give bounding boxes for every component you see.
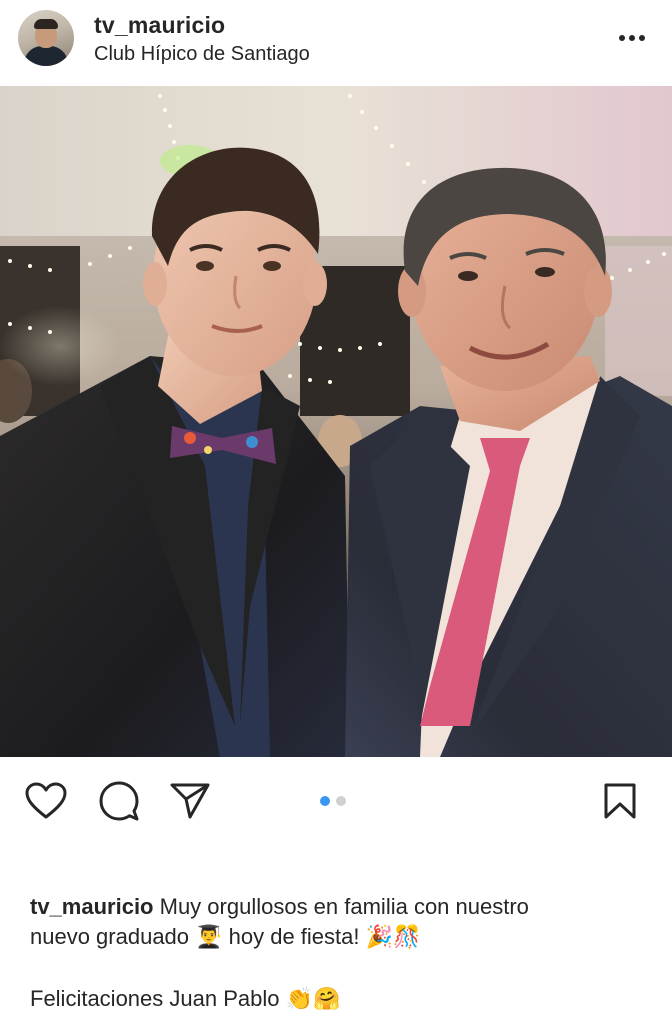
post-actions xyxy=(0,757,672,847)
bookmark-icon xyxy=(604,783,636,819)
save-button[interactable] xyxy=(598,779,642,823)
post-location[interactable]: Club Hípico de Santiago xyxy=(94,43,310,66)
like-button[interactable] xyxy=(24,779,68,823)
avatar-hair-shape xyxy=(34,19,58,29)
caption-username[interactable]: tv_mauricio xyxy=(30,894,154,919)
avatar[interactable] xyxy=(18,10,74,66)
caption-second-paragraph: Felicitaciones Juan Pablo 👏🤗 xyxy=(30,984,650,1014)
post-username[interactable]: tv_mauricio xyxy=(94,12,225,39)
more-options-button[interactable] xyxy=(612,24,652,52)
photo-illustration xyxy=(0,86,672,757)
caption-text-line2: nuevo graduado 👨‍🎓 hoy de fiesta! 🎉🎊 xyxy=(30,924,421,949)
carousel-dot-active[interactable] xyxy=(320,796,330,806)
caption-text-line1: Muy orgullosos en familia con nuestro xyxy=(153,894,529,919)
heart-icon xyxy=(25,782,67,819)
carousel-dot[interactable] xyxy=(336,796,346,806)
caption-text-line3: Felicitaciones Juan Pablo 👏🤗 xyxy=(30,986,341,1011)
ellipsis-icon xyxy=(619,35,645,41)
post-caption: tv_mauricio Muy orgullosos en familia co… xyxy=(30,892,650,952)
comment-icon xyxy=(99,781,139,821)
send-icon xyxy=(170,783,210,819)
comment-button[interactable] xyxy=(97,779,141,823)
carousel-indicator xyxy=(320,795,346,807)
share-button[interactable] xyxy=(168,779,212,823)
post-photo[interactable] xyxy=(0,86,672,757)
post-header: tv_mauricio Club Hípico de Santiago xyxy=(0,0,672,86)
avatar-body-shape xyxy=(24,46,68,66)
